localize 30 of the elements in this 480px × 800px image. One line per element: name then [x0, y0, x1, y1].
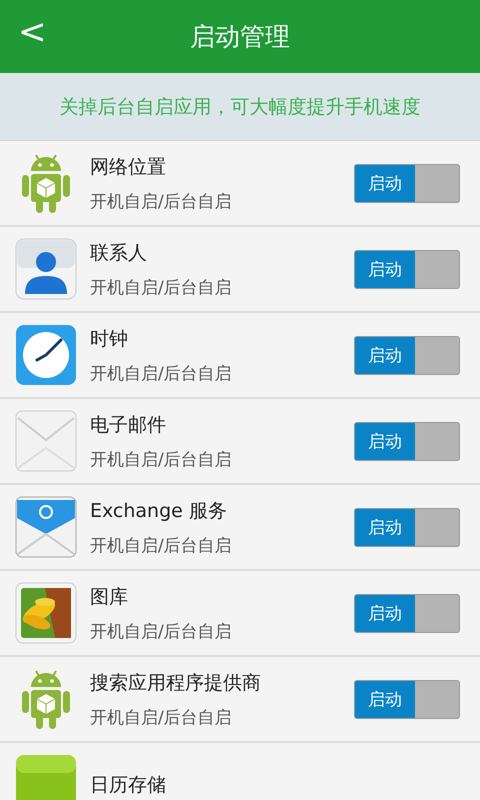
app-name: Exchange 服务	[90, 498, 228, 524]
back-button[interactable]: <	[18, 12, 46, 52]
app-subtitle: 开机自启/后台自启	[90, 362, 233, 384]
startup-toggle[interactable]: 启动	[354, 508, 460, 546]
startup-toggle[interactable]: 启动	[354, 250, 460, 288]
app-name: 图库	[90, 584, 129, 610]
startup-toggle[interactable]: 启动	[354, 164, 460, 202]
app-subtitle: 开机自启/后台自启	[90, 706, 233, 728]
app-name: 日历存储	[90, 773, 167, 798]
app-subtitle: 开机自启/后台自启	[90, 190, 233, 212]
startup-toggle[interactable]: 启动	[354, 594, 460, 632]
email-icon	[15, 496, 77, 558]
startup-toggle[interactable]: 启动	[354, 680, 460, 718]
calendar-icon	[15, 754, 77, 800]
app-name: 搜索应用程序提供商	[90, 670, 262, 696]
startup-toggle[interactable]: 启动	[354, 336, 460, 374]
clock-icon	[15, 324, 77, 386]
envelope-icon	[15, 410, 77, 472]
contact-icon	[15, 238, 77, 300]
app-name: 网络位置	[90, 154, 167, 180]
app-name: 联系人	[90, 240, 148, 266]
app-subtitle: 开机自启/后台自启	[90, 620, 233, 642]
app-subtitle: 开机自启/后台自启	[90, 276, 233, 298]
screen-title: 启动管理	[190, 21, 290, 53]
app-subtitle: 开机自启/后台自启	[90, 534, 233, 556]
tip-text: 关掉后台自启应用，可大幅度提升手机速度	[60, 94, 420, 120]
app-subtitle: 开机自启/后台自启	[90, 448, 233, 470]
app-name: 电子邮件	[90, 412, 167, 438]
app-name: 时钟	[90, 326, 129, 352]
startup-toggle[interactable]: 启动	[354, 422, 460, 460]
